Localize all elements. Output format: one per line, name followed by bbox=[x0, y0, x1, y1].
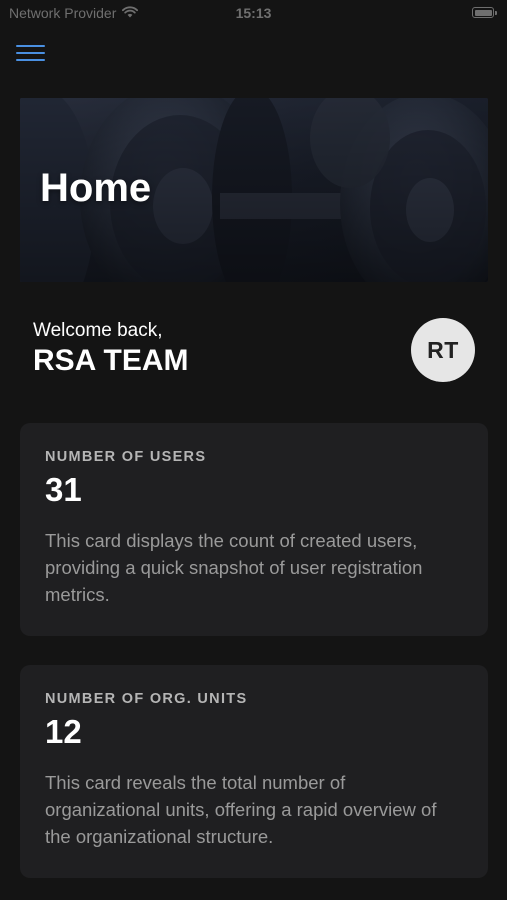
card-description: This card displays the count of created … bbox=[45, 530, 423, 605]
org-units-count-card[interactable]: NUMBER OF ORG. UNITS 12 This card reveal… bbox=[20, 665, 488, 878]
card-label: NUMBER OF ORG. UNITS bbox=[45, 691, 248, 707]
menu-line-top bbox=[16, 45, 45, 48]
card-value: 31 bbox=[45, 471, 82, 508]
status-bar: Network Provider 15:13 bbox=[0, 0, 507, 26]
hamburger-menu-icon[interactable] bbox=[16, 43, 46, 63]
menu-line-middle bbox=[16, 52, 45, 55]
card-description: This card reveals the total number of or… bbox=[45, 772, 437, 847]
welcome-greeting: Welcome back, bbox=[33, 320, 163, 341]
avatar[interactable]: RT bbox=[411, 318, 475, 382]
users-count-card[interactable]: NUMBER OF USERS 31 This card displays th… bbox=[20, 423, 488, 636]
hero-banner: Home bbox=[20, 98, 488, 282]
battery-icon bbox=[472, 7, 497, 18]
user-name: RSA TEAM bbox=[33, 344, 189, 377]
page-title: Home bbox=[40, 166, 152, 210]
status-time: 15:13 bbox=[235, 5, 272, 21]
card-value: 12 bbox=[45, 713, 82, 750]
card-label: NUMBER OF USERS bbox=[45, 449, 207, 465]
menu-line-bottom bbox=[16, 59, 45, 62]
